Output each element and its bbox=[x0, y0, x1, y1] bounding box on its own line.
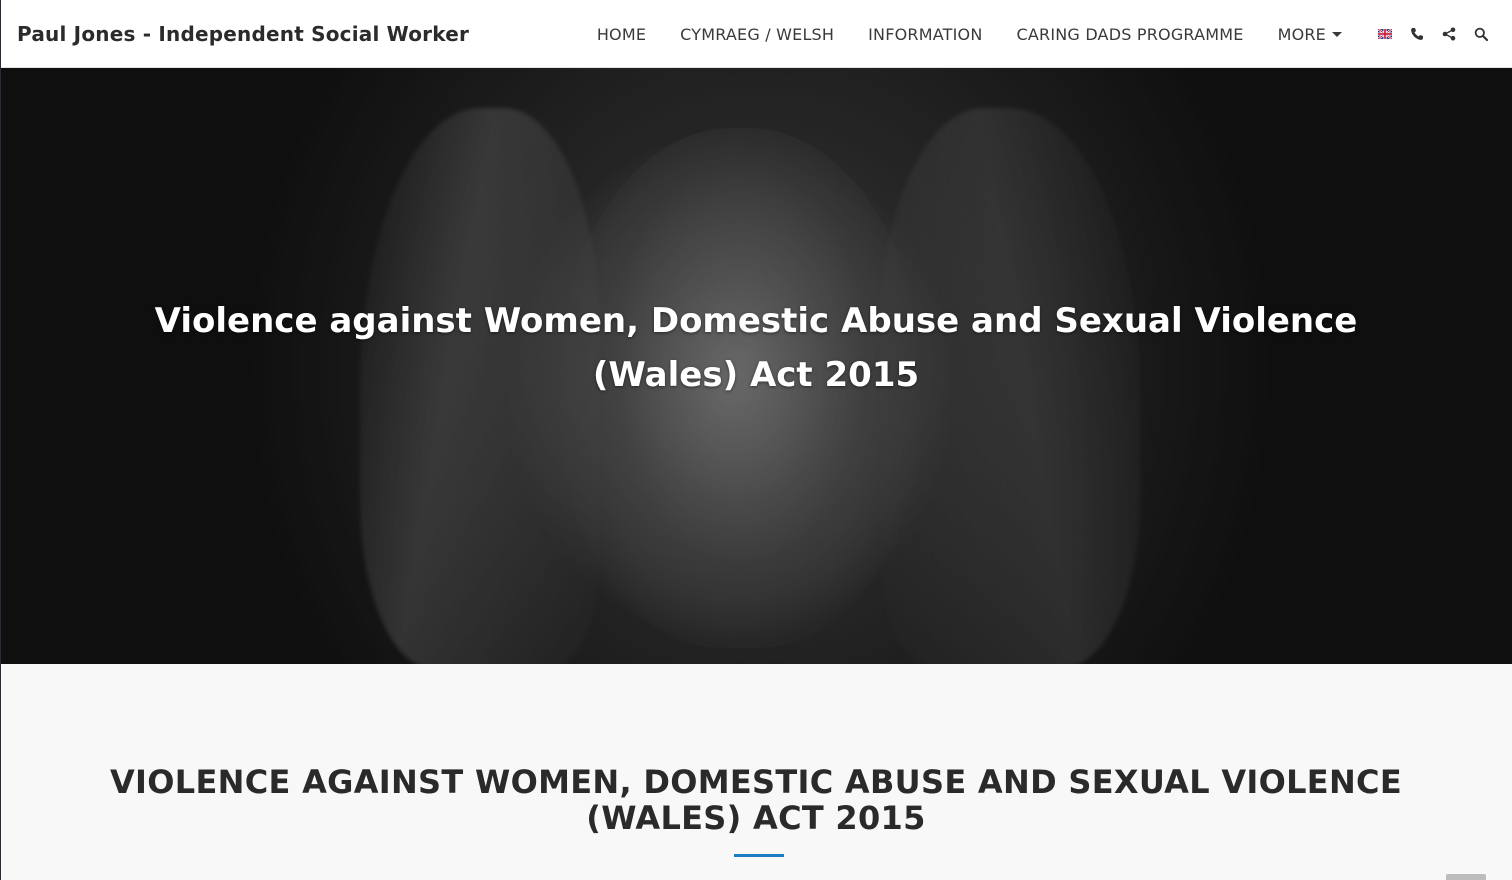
main-nav: HOME CYMRAEG / WELSH INFORMATION CARING … bbox=[597, 0, 1500, 68]
section-heading-line-2: (WALES) ACT 2015 bbox=[586, 799, 926, 837]
nav-item-home[interactable]: HOME bbox=[597, 25, 646, 44]
nav-item-more-label: MORE bbox=[1277, 24, 1326, 44]
page-edge bbox=[0, 0, 1, 880]
nav-item-caring-dads-programme[interactable]: CARING DADS PROGRAMME bbox=[1017, 25, 1244, 44]
hero-title-line-2: (Wales) Act 2015 bbox=[592, 355, 920, 395]
uk-flag-icon[interactable] bbox=[1376, 25, 1394, 43]
site-title[interactable]: Paul Jones - Independent Social Worker bbox=[17, 0, 469, 68]
phone-icon[interactable] bbox=[1408, 25, 1426, 43]
heading-accent-divider bbox=[734, 854, 784, 857]
scroll-to-top-button[interactable] bbox=[1446, 874, 1486, 880]
top-navigation-bar: Paul Jones - Independent Social Worker H… bbox=[0, 0, 1512, 68]
caret-down-icon bbox=[1332, 31, 1342, 37]
nav-item-information[interactable]: INFORMATION bbox=[868, 25, 982, 44]
content-section: VIOLENCE AGAINST WOMEN, DOMESTIC ABUSE A… bbox=[0, 664, 1512, 880]
nav-item-cymraeg-welsh[interactable]: CYMRAEG / WELSH bbox=[680, 25, 834, 44]
section-heading: VIOLENCE AGAINST WOMEN, DOMESTIC ABUSE A… bbox=[0, 764, 1512, 836]
section-heading-line-1: VIOLENCE AGAINST WOMEN, DOMESTIC ABUSE A… bbox=[109, 763, 1402, 801]
hero-banner: Violence against Women, Domestic Abuse a… bbox=[0, 68, 1512, 664]
share-icon[interactable] bbox=[1440, 25, 1458, 43]
nav-item-more[interactable]: MORE bbox=[1278, 25, 1342, 44]
hero-title: Violence against Women, Domestic Abuse a… bbox=[0, 294, 1512, 402]
search-icon[interactable] bbox=[1472, 25, 1490, 43]
hero-title-line-1: Violence against Women, Domestic Abuse a… bbox=[154, 301, 1358, 341]
